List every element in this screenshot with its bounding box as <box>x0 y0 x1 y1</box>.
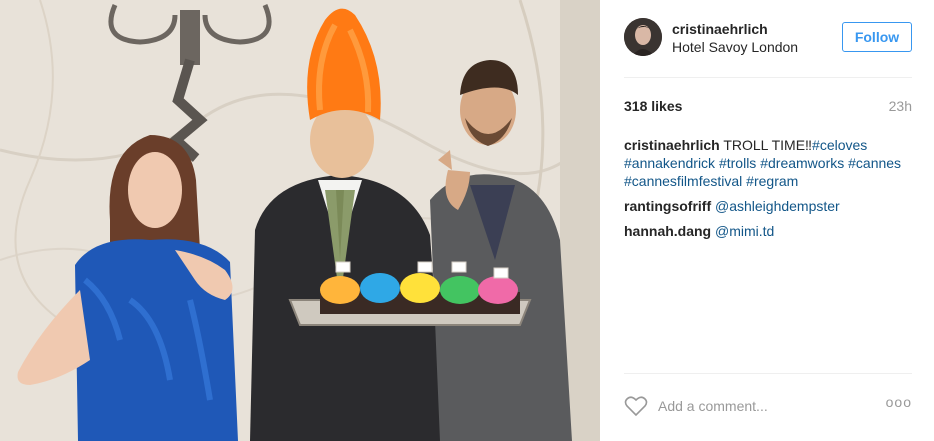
hashtag-link[interactable]: #annakendrick <box>624 155 715 171</box>
hashtag-link[interactable]: #celoves <box>812 137 867 153</box>
caption-username[interactable]: cristinaehrlich <box>624 137 720 153</box>
heart-outline-icon[interactable] <box>624 395 648 417</box>
hashtag-link[interactable]: #trolls <box>719 155 756 171</box>
more-options-icon[interactable]: ooo <box>886 394 912 410</box>
avatar-image <box>624 18 662 56</box>
header-divider <box>624 77 912 78</box>
add-comment-bar: Add a comment... ooo <box>624 389 912 423</box>
username-link[interactable]: cristinaehrlich <box>672 21 768 37</box>
hashtag-link[interactable]: #regram <box>746 173 798 189</box>
mention-link[interactable]: @ashleighdempster <box>715 198 840 214</box>
list-item: rantingsofriff @ashleighdempster <box>624 197 912 215</box>
hashtag-link[interactable]: #cannesfilmfestival <box>624 173 742 189</box>
hashtag-link[interactable]: #dreamworks <box>760 155 844 171</box>
avatar[interactable] <box>624 18 662 56</box>
caption-comment: cristinaehrlich TROLL TIME‼#celoves #ann… <box>624 136 912 190</box>
post-header: cristinaehrlich Hotel Savoy London Follo… <box>624 18 912 60</box>
photo-illustration <box>0 0 600 441</box>
likes-count[interactable]: 318 likes <box>624 98 682 114</box>
add-comment-input[interactable]: Add a comment... <box>658 398 768 414</box>
comment-username[interactable]: hannah.dang <box>624 223 711 239</box>
comment-list: cristinaehrlich TROLL TIME‼#celoves #ann… <box>624 136 912 247</box>
mention-link[interactable]: @mimi.td <box>715 223 774 239</box>
post-timestamp[interactable]: 23h <box>889 98 912 114</box>
instagram-post: cristinaehrlich Hotel Savoy London Follo… <box>0 0 934 441</box>
comment-username[interactable]: rantingsofriff <box>624 198 711 214</box>
list-item: hannah.dang @mimi.td <box>624 222 912 240</box>
follow-button[interactable]: Follow <box>842 22 912 52</box>
post-photo[interactable] <box>0 0 600 441</box>
comment-divider <box>624 373 912 374</box>
hashtag-link[interactable]: #cannes <box>848 155 901 171</box>
post-sidebar: cristinaehrlich Hotel Savoy London Follo… <box>600 0 934 441</box>
location-link[interactable]: Hotel Savoy London <box>672 39 798 55</box>
caption-text: TROLL TIME‼ <box>723 137 813 153</box>
